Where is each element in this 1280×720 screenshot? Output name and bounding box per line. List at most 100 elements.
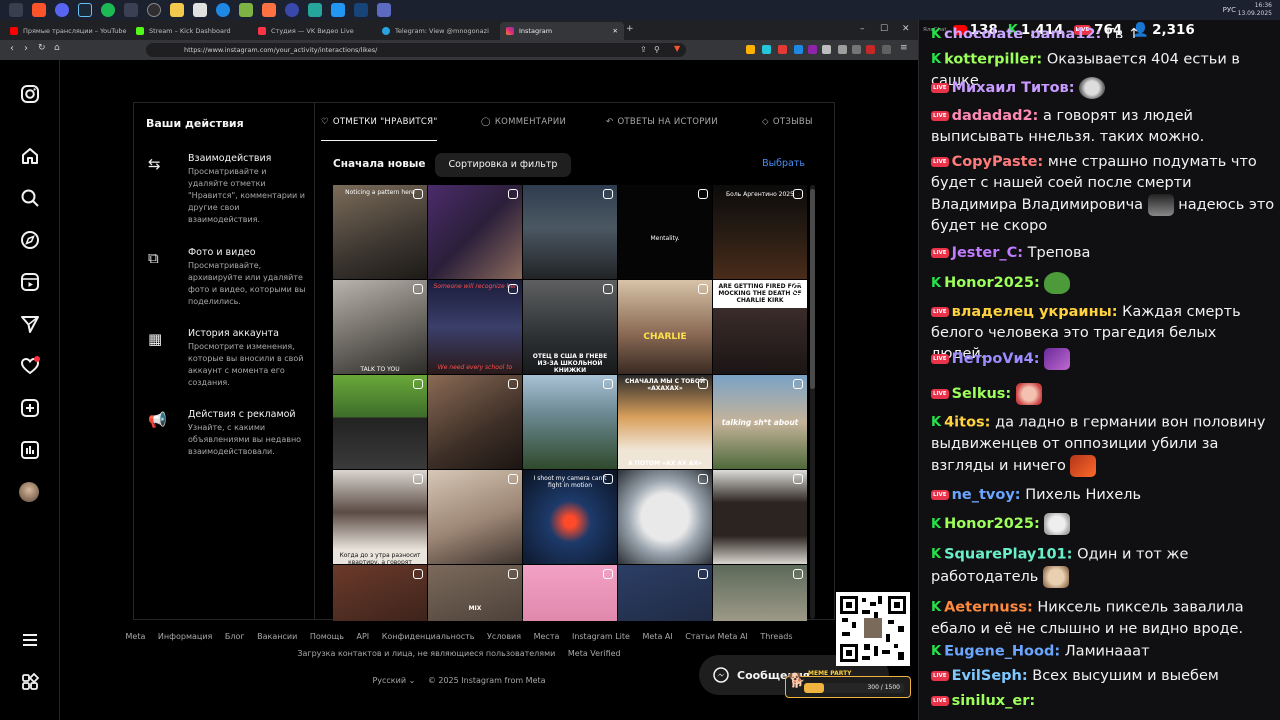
- folder-icon[interactable]: [170, 3, 184, 17]
- app-icon[interactable]: [262, 3, 276, 17]
- menu-icon[interactable]: ≡: [900, 43, 908, 53]
- footer-link[interactable]: Помощь: [310, 632, 344, 641]
- app-icon[interactable]: [193, 3, 207, 17]
- footer-link[interactable]: Threads: [760, 632, 792, 641]
- app-icon[interactable]: [331, 3, 345, 17]
- scrollbar-thumb[interactable]: [810, 189, 815, 389]
- app-icon[interactable]: [124, 3, 138, 17]
- reload-icon[interactable]: ↻: [38, 43, 46, 53]
- footer-link[interactable]: Meta: [126, 632, 146, 641]
- start-icon[interactable]: [9, 3, 23, 17]
- brave-shields-icon[interactable]: ▼: [674, 44, 680, 53]
- reels-icon[interactable]: [19, 272, 41, 294]
- profile-avatar[interactable]: [19, 482, 39, 502]
- grid-scrollbar[interactable]: [810, 185, 815, 619]
- new-tab-icon[interactable]: +: [626, 24, 634, 34]
- close-tab-icon[interactable]: ✕: [613, 27, 618, 35]
- app-icon[interactable]: [308, 3, 322, 17]
- liked-post-thumbnail[interactable]: TALK TO YOU: [333, 280, 427, 374]
- footer-link[interactable]: API: [356, 632, 369, 641]
- liked-post-thumbnail[interactable]: [428, 375, 522, 469]
- dashboard-icon[interactable]: [19, 440, 41, 462]
- brave-icon[interactable]: [32, 3, 46, 17]
- browser-tab-vk[interactable]: Студия — VK Видео Live: [252, 22, 374, 40]
- app-icon[interactable]: [239, 3, 253, 17]
- language-indicator[interactable]: РУС: [1223, 6, 1236, 14]
- liked-post-thumbnail[interactable]: [333, 565, 427, 621]
- liked-post-thumbnail[interactable]: CHARLIE: [618, 280, 712, 374]
- footer-link[interactable]: Meta Verified: [568, 649, 621, 658]
- select-button[interactable]: Выбрать: [762, 158, 805, 169]
- liked-post-thumbnail[interactable]: Noticing a pattern here: [333, 185, 427, 279]
- profile-icon[interactable]: [882, 45, 891, 54]
- liked-post-thumbnail[interactable]: [713, 470, 807, 564]
- liked-post-thumbnail[interactable]: СНАЧАЛА МЫ С ТОБОЙ «АХАХАХ» А ПОТОМ «АХ А…: [618, 375, 712, 469]
- browser-tab-instagram[interactable]: Instagram ✕: [500, 22, 624, 40]
- footer-link[interactable]: Условия: [487, 632, 521, 641]
- liked-post-thumbnail[interactable]: [713, 565, 807, 621]
- app-icon[interactable]: [285, 3, 299, 17]
- side-item-account-history[interactable]: ▦ История аккаунта Просмотрите изменения…: [134, 328, 315, 392]
- direct-messages-icon[interactable]: [19, 314, 41, 336]
- tab-comments[interactable]: ◯ КОММЕНТАРИИ: [481, 117, 566, 127]
- maximize-icon[interactable]: ☐: [880, 24, 888, 34]
- liked-post-thumbnail[interactable]: [333, 375, 427, 469]
- extension-icon[interactable]: [762, 45, 771, 54]
- footer-link[interactable]: Информация: [158, 632, 212, 641]
- home-icon[interactable]: ⌂: [54, 43, 60, 53]
- sort-filter-button[interactable]: Сортировка и фильтр: [435, 153, 571, 177]
- extension-icon[interactable]: [866, 45, 875, 54]
- shield-icon[interactable]: [377, 3, 391, 17]
- side-item-ad-activity[interactable]: 📢 Действия с рекламой Узнайте, с какими …: [134, 409, 315, 465]
- create-post-icon[interactable]: [19, 398, 41, 420]
- extension-icon[interactable]: [778, 45, 787, 54]
- footer-link[interactable]: Загрузка контактов и лица, не являющиеся…: [297, 649, 555, 658]
- liked-post-thumbnail[interactable]: talking sh*t about: [713, 375, 807, 469]
- liked-post-thumbnail[interactable]: [523, 375, 617, 469]
- spotify-icon[interactable]: [101, 3, 115, 17]
- liked-post-thumbnail[interactable]: MIX: [428, 565, 522, 621]
- extension-icon[interactable]: [808, 45, 817, 54]
- liked-post-thumbnail[interactable]: Mentality.: [618, 185, 712, 279]
- clock-time[interactable]: 16:36: [1238, 2, 1272, 10]
- tab-story-replies[interactable]: ↶ ОТВЕТЫ НА ИСТОРИИ: [606, 117, 718, 127]
- address-bar[interactable]: https://www.instagram.com/your_activity/…: [146, 43, 686, 57]
- liked-post-thumbnail[interactable]: I shoot my camera can't fight in motion: [523, 470, 617, 564]
- close-window-icon[interactable]: ✕: [902, 24, 910, 34]
- search-icon[interactable]: [19, 188, 41, 210]
- liked-post-thumbnail[interactable]: Someone will recognize her We need every …: [428, 280, 522, 374]
- liked-post-thumbnail[interactable]: Когда до з утра разносит квартиру, а гов…: [333, 470, 427, 564]
- back-icon[interactable]: ‹: [10, 43, 14, 54]
- side-item-photos-videos[interactable]: ⧉ Фото и видео Просматривайте, архивируй…: [134, 247, 315, 311]
- steam-icon[interactable]: [354, 3, 368, 17]
- share-icon[interactable]: ⇪: [640, 45, 647, 54]
- zoom-icon[interactable]: ⚲: [654, 45, 660, 54]
- footer-link[interactable]: Блог: [225, 632, 245, 641]
- liked-post-thumbnail[interactable]: [618, 470, 712, 564]
- footer-link[interactable]: Instagram Lite: [572, 632, 630, 641]
- liked-post-thumbnail[interactable]: [618, 565, 712, 621]
- wallet-icon[interactable]: [852, 45, 861, 54]
- side-item-interactions[interactable]: ⇆ Взаимодействия Просматривайте и удаляй…: [134, 153, 315, 224]
- explore-icon[interactable]: [19, 230, 41, 252]
- app-icon[interactable]: [216, 3, 230, 17]
- clock-date[interactable]: 13.09.2025: [1238, 10, 1272, 18]
- tab-reviews[interactable]: ◇ ОТЗЫВЫ: [762, 117, 813, 127]
- footer-link[interactable]: Meta AI: [642, 632, 672, 641]
- instagram-logo-icon[interactable]: [19, 84, 41, 106]
- sidebar-toggle-icon[interactable]: [822, 45, 831, 54]
- forward-icon[interactable]: ›: [24, 43, 28, 54]
- extension-icon[interactable]: [746, 45, 755, 54]
- liked-post-thumbnail[interactable]: [428, 185, 522, 279]
- discord-icon[interactable]: [55, 3, 69, 17]
- obs-icon[interactable]: [147, 3, 161, 17]
- browser-tab-telegram[interactable]: Telegram: View @mnogonazi: [376, 22, 498, 40]
- downloads-icon[interactable]: [838, 45, 847, 54]
- extension-icon[interactable]: [794, 45, 803, 54]
- liked-post-thumbnail[interactable]: ОТЕЦ В США В ГНЕВЕ ИЗ-ЗА ШКОЛЬНОЙ КНИЖКИ: [523, 280, 617, 374]
- minimize-icon[interactable]: –: [860, 24, 865, 34]
- liked-post-thumbnail[interactable]: [523, 565, 617, 621]
- liked-post-thumbnail[interactable]: [428, 470, 522, 564]
- footer-link[interactable]: Места: [534, 632, 560, 641]
- footer-link[interactable]: Вакансии: [257, 632, 297, 641]
